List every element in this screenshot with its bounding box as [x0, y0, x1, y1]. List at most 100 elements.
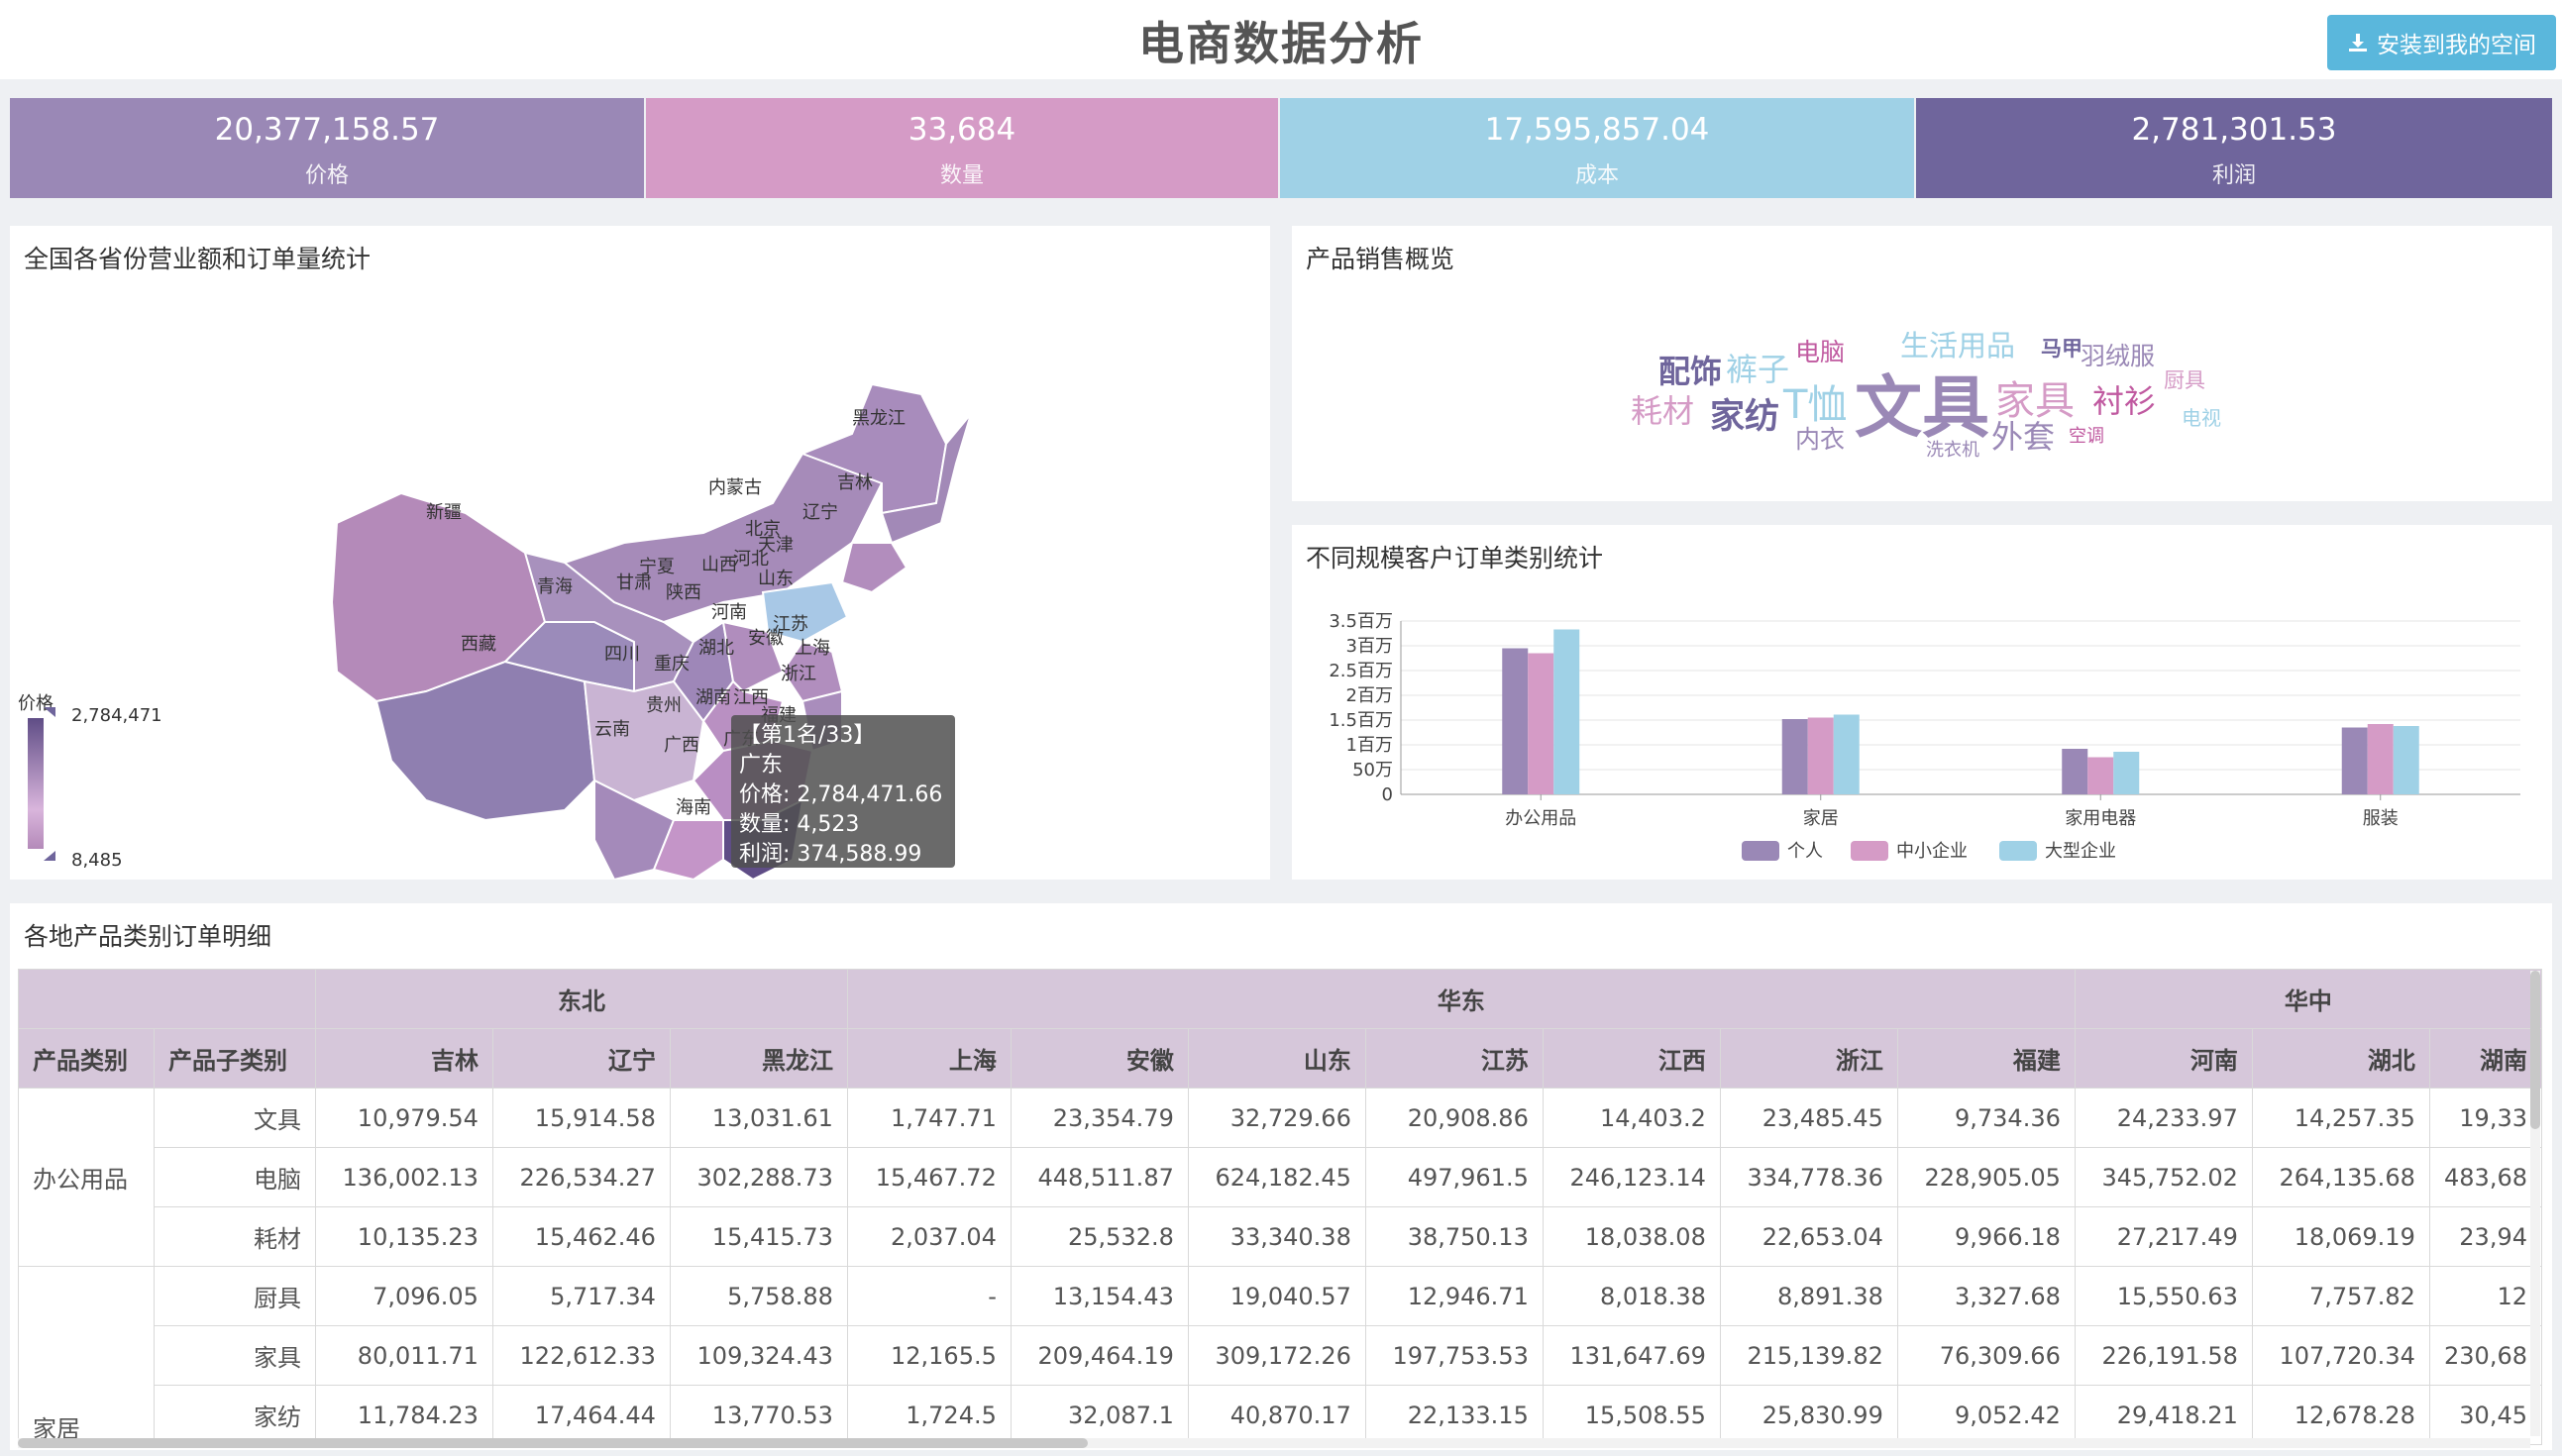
- column-header[interactable]: 黑龙江: [669, 1028, 848, 1089]
- table-scroll-area[interactable]: 东北 华东 华中 产品类别 产品子类别 吉林 辽宁 黑龙江 上海 安徽 山东 江…: [18, 969, 2542, 1446]
- column-header[interactable]: 浙江: [1719, 1028, 1898, 1089]
- value-cell: 80,011.71: [314, 1325, 493, 1386]
- legend-swatch[interactable]: [1851, 841, 1888, 861]
- column-header[interactable]: 江西: [1542, 1028, 1721, 1089]
- region-header: 东北: [314, 969, 848, 1029]
- bar[interactable]: [2062, 749, 2088, 794]
- subcategory-cell: 厨具: [154, 1266, 316, 1326]
- bar[interactable]: [2087, 757, 2114, 795]
- vertical-scrollbar-thumb[interactable]: [2530, 971, 2540, 1129]
- bar[interactable]: [1502, 648, 1529, 795]
- table-row: 电脑 136,002.13 226,534.27 302,288.73 15,467.7…: [19, 1147, 2542, 1207]
- value-cell: 15,550.63: [2074, 1266, 2253, 1326]
- value-cell: 109,324.43: [669, 1325, 848, 1386]
- value-cell: 122,612.33: [491, 1325, 671, 1386]
- legend-label[interactable]: 大型企业: [2045, 841, 2116, 862]
- word-cloud-word[interactable]: 外套: [1991, 412, 2055, 458]
- vertical-scrollbar-track[interactable]: [2530, 971, 2540, 1436]
- word-cloud: 配饰 裤子 电脑 生活用品 马甲 羽绒服 耗材 家纺 T恤 文具 家具 衬衫 厨…: [1292, 226, 2552, 501]
- value-cell: 334,778.36: [1719, 1147, 1898, 1207]
- column-header[interactable]: 江苏: [1364, 1028, 1544, 1089]
- value-cell: 228,905.05: [1896, 1147, 2076, 1207]
- bar[interactable]: [1553, 629, 1580, 795]
- bar[interactable]: [2113, 752, 2140, 794]
- value-cell: 76,309.66: [1896, 1325, 2076, 1386]
- region-header: 华东: [846, 969, 2076, 1029]
- bar[interactable]: [1781, 719, 1808, 794]
- column-header[interactable]: 产品子类别: [154, 1028, 316, 1089]
- column-header[interactable]: 山东: [1187, 1028, 1366, 1089]
- column-header[interactable]: 福建: [1896, 1028, 2076, 1089]
- x-tick-label: 服装: [2363, 808, 2399, 829]
- map-label: 陕西: [666, 582, 701, 603]
- legend-handle-bottom-icon[interactable]: [44, 851, 55, 861]
- column-header[interactable]: 产品类别: [18, 1028, 156, 1089]
- column-header[interactable]: 辽宁: [491, 1028, 671, 1089]
- table-row: 家居 厨具 7,096.05 5,717.34 5,758.88-13,154.43 19…: [18, 1266, 2542, 1445]
- map-legend-gradient[interactable]: [28, 718, 44, 849]
- download-icon: [2349, 34, 2367, 52]
- value-cell: 15,462.46: [491, 1206, 671, 1267]
- value-cell: 14,403.2: [1542, 1088, 1721, 1148]
- column-header[interactable]: 湖北: [2251, 1028, 2430, 1089]
- column-header[interactable]: 安徽: [1010, 1028, 1189, 1089]
- legend-swatch[interactable]: [1742, 841, 1779, 861]
- value-cell: 23,354.79: [1010, 1088, 1189, 1148]
- word-cloud-word[interactable]: 电视: [2182, 402, 2221, 431]
- bar[interactable]: [2393, 726, 2419, 794]
- value-cell: 7,096.05: [314, 1266, 493, 1326]
- horizontal-scrollbar-track[interactable]: [18, 1438, 2530, 1448]
- kpi-value: 17,595,857.04: [1484, 112, 1710, 148]
- word-cloud-word[interactable]: 耗材: [1631, 386, 1694, 432]
- map-label: 内蒙古: [708, 477, 762, 498]
- bar[interactable]: [1833, 714, 1860, 795]
- legend-swatch[interactable]: [1999, 841, 2037, 861]
- bar[interactable]: [1528, 653, 1554, 795]
- word-cloud-word[interactable]: 电脑: [1795, 333, 1845, 368]
- value-cell: 23,485.45: [1719, 1088, 1898, 1148]
- map-label: 青海: [537, 576, 573, 597]
- word-cloud-word[interactable]: 洗衣机: [1926, 436, 1979, 462]
- x-tick-label: 家用电器: [2065, 808, 2136, 829]
- word-cloud-word[interactable]: 空调: [2069, 422, 2104, 448]
- word-cloud-word[interactable]: 内衣: [1795, 420, 1845, 456]
- value-cell: 10,979.54: [314, 1088, 493, 1148]
- tooltip-price: 价格: 2,784,471.66: [739, 782, 943, 807]
- legend-handle-top-icon[interactable]: [44, 707, 55, 717]
- map-panel: 全国各省份营业额和订单量统计 黑龙江 吉林 内蒙古 辽宁 新疆 北京 天津 河北…: [10, 226, 1270, 880]
- table-title: 各地产品类别订单明细: [24, 922, 272, 951]
- value-cell: 5,758.88: [669, 1266, 848, 1326]
- value-cell: 1,747.71: [846, 1088, 1012, 1148]
- bar[interactable]: [2367, 724, 2394, 794]
- column-header[interactable]: 上海: [846, 1028, 1012, 1089]
- column-header[interactable]: 湖南: [2428, 1028, 2542, 1089]
- map-label: 新疆: [426, 502, 462, 523]
- map-label: 湖北: [698, 638, 734, 659]
- value-cell: 18,038.08: [1542, 1206, 1721, 1267]
- word-cloud-word[interactable]: 厨具: [2164, 364, 2205, 394]
- bar[interactable]: [2341, 727, 2368, 795]
- column-header[interactable]: 吉林: [314, 1028, 493, 1089]
- column-header[interactable]: 河南: [2074, 1028, 2253, 1089]
- word-cloud-word[interactable]: 衬衫: [2092, 376, 2156, 422]
- legend-label[interactable]: 个人: [1787, 841, 1823, 862]
- legend-label[interactable]: 中小企业: [1896, 841, 1968, 862]
- value-cell: 230,68: [2428, 1325, 2542, 1386]
- word-cloud-word[interactable]: 家纺: [1710, 388, 1779, 439]
- horizontal-scrollbar-thumb[interactable]: [18, 1438, 1088, 1448]
- install-button[interactable]: 安装到我的空间: [2327, 15, 2556, 70]
- value-cell: 20,908.86: [1364, 1088, 1544, 1148]
- value-cell: 18,069.19: [2251, 1206, 2430, 1267]
- bar-chart[interactable]: 0 50万 1百万 1.5百万 2百万 2.5百万 3百万 3.5百万办公用品 家居 家用电器 服装…: [1292, 525, 2552, 880]
- map-tooltip: 【第1名/33】 广东 价格: 2,784,471.66 数量: 4,523 利…: [731, 715, 955, 868]
- word-cloud-word[interactable]: 羽绒服: [2081, 337, 2155, 372]
- value-cell: 29,418.21: [2074, 1385, 2253, 1445]
- value-cell: 25,830.99: [1719, 1385, 1898, 1445]
- word-cloud-word[interactable]: 马甲: [2041, 333, 2082, 363]
- bar[interactable]: [1807, 717, 1834, 795]
- map-label: 广西: [664, 735, 699, 756]
- x-tick-label: 家居: [1803, 808, 1839, 829]
- word-cloud-word[interactable]: 裤子: [1726, 345, 1789, 390]
- value-cell: 131,647.69: [1542, 1325, 1721, 1386]
- value-cell: 9,052.42: [1896, 1385, 2076, 1445]
